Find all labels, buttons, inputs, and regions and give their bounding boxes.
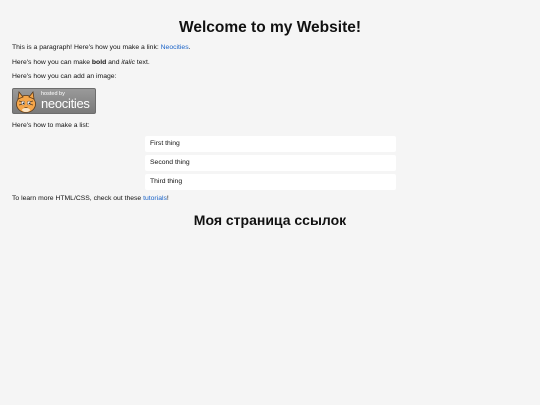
badge-big-text: neocities xyxy=(41,96,90,111)
neocities-link[interactable]: Neocities xyxy=(161,44,189,51)
list-item: Third thing xyxy=(145,174,396,190)
tutorials-text-end: ! xyxy=(166,195,169,202)
page-title: Welcome to my Website! xyxy=(178,19,362,36)
formatting-text-end: text. xyxy=(134,59,150,66)
tutorials-paragraph: To learn more HTML/CSS, check out these … xyxy=(12,194,169,203)
intro-paragraph-link: This is a paragraph! Here's how you make… xyxy=(12,43,191,52)
intro-text: This is a paragraph! Here's how you make… xyxy=(12,44,161,51)
links-section-title: Моя страница ссылок xyxy=(193,212,347,228)
page: Welcome to my Website! This is a paragra… xyxy=(0,0,540,405)
formatting-text-mid: and xyxy=(106,59,122,66)
bold-text: bold xyxy=(91,59,107,66)
list-item: First thing xyxy=(145,136,396,152)
hosted-by-neocities-badge[interactable]: hosted by neocities xyxy=(12,88,96,114)
image-paragraph: Here's how you can add an image: xyxy=(12,73,117,80)
formatting-paragraph: Here's how you can make bold and italic … xyxy=(12,58,150,67)
list-intro: Here's how to make a list: xyxy=(12,122,90,129)
intro-period: . xyxy=(188,44,191,51)
tutorials-link[interactable]: tutorials xyxy=(143,195,167,202)
tutorials-text-start: To learn more HTML/CSS, check out these xyxy=(12,195,144,202)
list-item: Second thing xyxy=(145,155,396,171)
neocities-cat-icon xyxy=(16,91,36,113)
formatting-text-start: Here's how you can make xyxy=(12,59,92,66)
italic-text: italic xyxy=(121,59,135,66)
